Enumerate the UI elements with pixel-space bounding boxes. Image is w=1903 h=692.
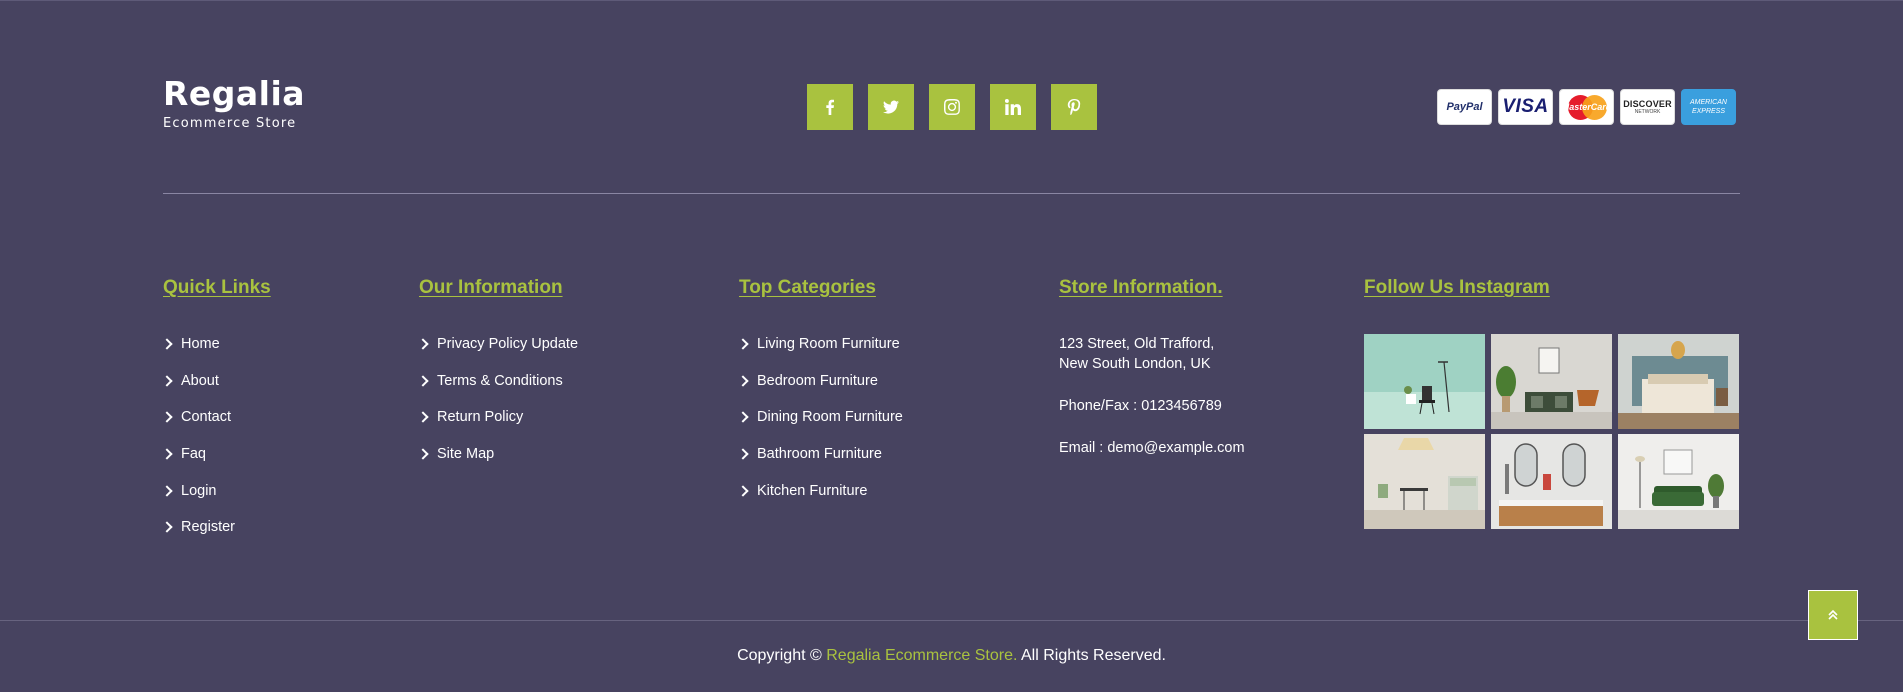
instagram-thumbnail[interactable] (1364, 434, 1485, 529)
logo-name: Regalia (163, 74, 306, 113)
quick-link-register[interactable]: Register (161, 509, 235, 546)
top-categories-list: Living Room Furniture Bedroom Furniture … (737, 326, 903, 509)
quick-links-title: Quick Links (163, 277, 271, 298)
instagram-thumbnail[interactable] (1364, 334, 1485, 429)
footer-divider (163, 193, 1740, 194)
instagram-title: Follow Us Instagram (1364, 277, 1550, 298)
store-address-line-2: New South London, UK (1059, 356, 1211, 372)
instagram-column: Follow Us Instagram (1364, 276, 1739, 529)
store-information-column: Store Information. 123 Street, Old Traff… (1059, 276, 1245, 456)
our-information-title: Our Information (419, 277, 563, 298)
linkedin-icon (1005, 99, 1021, 115)
top-categories-column: Top Categories Living Room Furniture Bed… (737, 276, 903, 499)
facebook-icon (826, 99, 834, 115)
store-phone: Phone/Fax : 0123456789 (1059, 398, 1222, 414)
pinterest-icon (1067, 99, 1081, 115)
discover-card-icon: DISCOVER NETWORK (1620, 89, 1675, 125)
our-information-list: Privacy Policy Update Terms & Conditions… (417, 326, 578, 473)
quick-link-contact[interactable]: Contact (161, 399, 235, 436)
instagram-thumbnail[interactable] (1491, 334, 1612, 429)
social-links (807, 84, 1097, 130)
chevron-right-icon (417, 411, 429, 424)
info-link-terms[interactable]: Terms & Conditions (417, 363, 578, 400)
amex-card-icon: AMERICAN EXPRESS (1681, 89, 1736, 125)
bottom-divider (0, 620, 1903, 621)
info-link-privacy[interactable]: Privacy Policy Update (417, 326, 578, 363)
category-link-living-room[interactable]: Living Room Furniture (737, 326, 903, 363)
double-chevron-up-icon (1828, 609, 1838, 620)
instagram-gallery (1364, 334, 1739, 529)
chevron-right-icon (417, 338, 429, 350)
instagram-thumbnail[interactable] (1618, 334, 1739, 429)
chevron-right-icon (161, 375, 173, 387)
mastercard-card-icon: MasterCard (1559, 89, 1614, 125)
copyright-brand-link[interactable]: Regalia Ecommerce Store. (826, 647, 1017, 664)
paypal-card-icon: PayPal (1437, 89, 1492, 125)
copyright-suffix: All Rights Reserved. (1020, 647, 1166, 664)
quick-links-list: Home About Contact Faq Login Register (161, 326, 235, 546)
category-link-kitchen[interactable]: Kitchen Furniture (737, 472, 903, 509)
visa-card-icon: VISA (1498, 89, 1553, 125)
chevron-right-icon (737, 448, 749, 460)
quick-link-faq[interactable]: Faq (161, 436, 235, 473)
chevron-right-icon (737, 375, 749, 387)
category-link-bathroom[interactable]: Bathroom Furniture (737, 436, 903, 473)
store-details: 123 Street, Old Trafford, New South Lond… (1059, 334, 1245, 458)
chevron-right-icon (161, 448, 173, 460)
info-link-site-map[interactable]: Site Map (417, 436, 578, 473)
top-border (0, 0, 1903, 1)
instagram-icon (944, 99, 960, 115)
our-information-column: Our Information Privacy Policy Update Te… (417, 276, 578, 462)
copyright-prefix: Copyright © (737, 647, 822, 664)
quick-link-home[interactable]: Home (161, 326, 235, 363)
chevron-right-icon (737, 411, 749, 424)
store-email: Email : demo@example.com (1059, 440, 1245, 456)
quick-link-about[interactable]: About (161, 363, 235, 400)
chevron-right-icon (737, 338, 749, 350)
copyright-text: Copyright © Regalia Ecommerce Store. All… (0, 647, 1903, 665)
chevron-right-icon (417, 448, 429, 460)
store-information-title: Store Information. (1059, 277, 1223, 298)
chevron-right-icon (737, 485, 749, 497)
store-address-line-1: 123 Street, Old Trafford, (1059, 336, 1215, 352)
logo-tagline: Ecommerce Store (163, 116, 297, 131)
scroll-to-top-button[interactable] (1808, 590, 1858, 640)
instagram-button[interactable] (929, 84, 975, 130)
category-link-bedroom[interactable]: Bedroom Furniture (737, 363, 903, 400)
info-link-return-policy[interactable]: Return Policy (417, 399, 578, 436)
payment-methods: PayPal VISA MasterCard DISCOVER NETWORK A… (1437, 89, 1736, 125)
footer-logo[interactable]: Regalia Ecommerce Store (163, 74, 306, 132)
chevron-right-icon (161, 521, 173, 533)
chevron-right-icon (417, 375, 429, 387)
facebook-button[interactable] (807, 84, 853, 130)
chevron-right-icon (161, 411, 173, 424)
chevron-right-icon (161, 485, 173, 497)
linkedin-button[interactable] (990, 84, 1036, 130)
instagram-thumbnail[interactable] (1618, 434, 1739, 529)
twitter-button[interactable] (868, 84, 914, 130)
twitter-icon (883, 100, 899, 114)
chevron-right-icon (161, 338, 173, 350)
quick-link-login[interactable]: Login (161, 472, 235, 509)
pinterest-button[interactable] (1051, 84, 1097, 130)
category-link-dining-room[interactable]: Dining Room Furniture (737, 399, 903, 436)
instagram-thumbnail[interactable] (1491, 434, 1612, 529)
quick-links-column: Quick Links Home About Contact Faq Login… (161, 276, 271, 535)
top-categories-title: Top Categories (739, 277, 876, 298)
